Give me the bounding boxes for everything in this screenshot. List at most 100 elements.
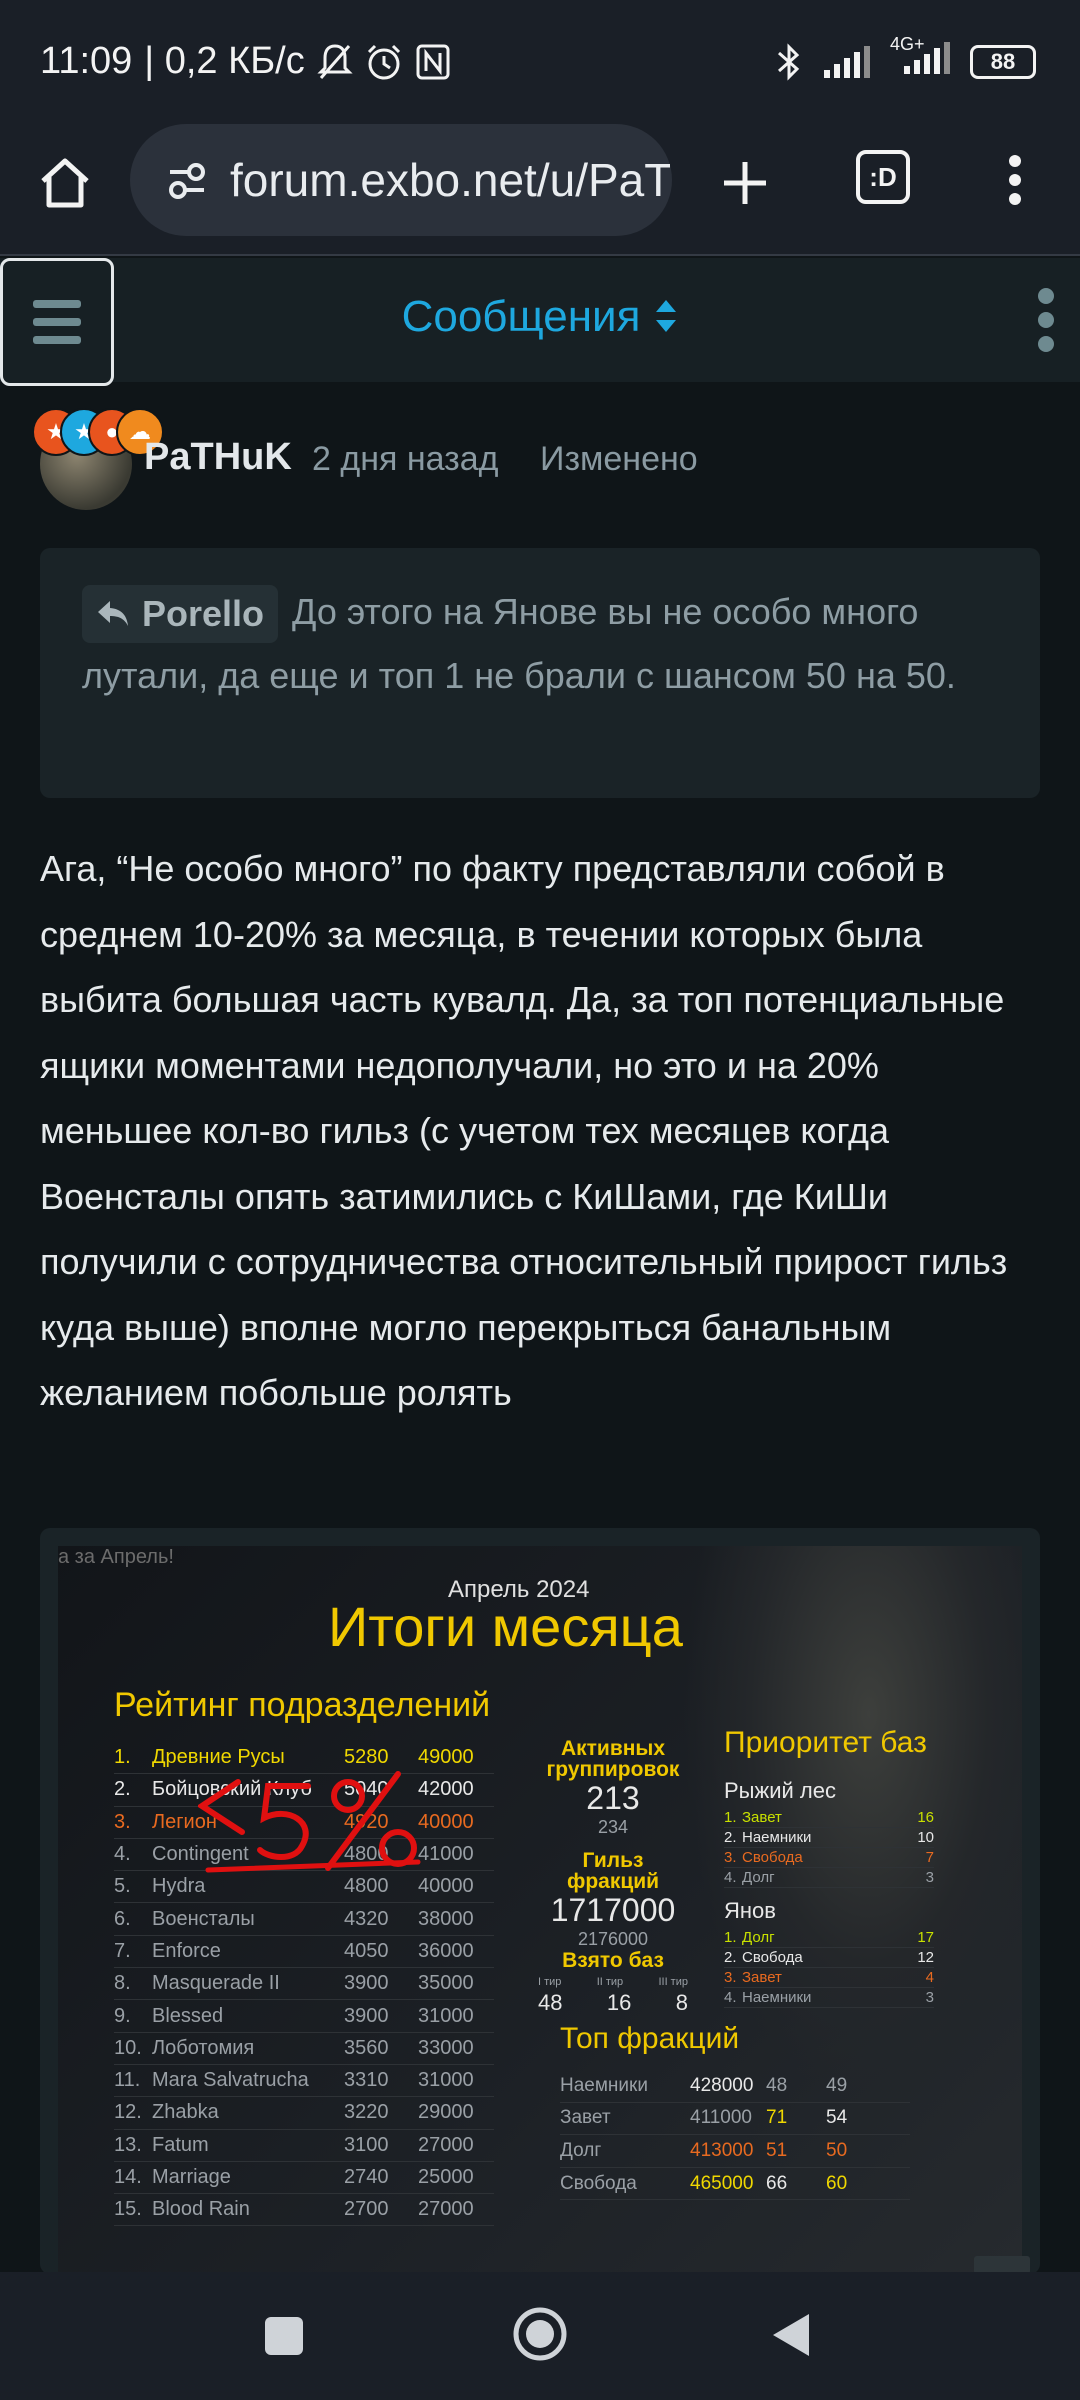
new-tab-icon[interactable] xyxy=(710,148,780,218)
yanov-cell-name: Наемники xyxy=(742,1989,812,2006)
yanov-row: 4. Наемники 3 xyxy=(724,1988,934,2008)
reply-arrow-icon xyxy=(98,601,128,627)
top-faction-row: Долг 413000 51 50 xyxy=(560,2135,910,2168)
ryzhiy-cell-n: 3. xyxy=(724,1849,737,1866)
top-factions-title: Топ фракций xyxy=(560,2022,740,2055)
active-groups: Активных группировок 213 234 xyxy=(538,1738,688,1838)
rating-cell-n: 3. xyxy=(114,1810,131,1833)
nfc-icon xyxy=(416,44,450,79)
rating-cell-b: 31000 xyxy=(418,2004,474,2027)
edited-label[interactable]: Изменено xyxy=(540,440,698,479)
rating-cell-a: 3900 xyxy=(344,1972,389,1995)
rating-cell-name: Hydra xyxy=(152,1875,206,1898)
tier1-value: 48 xyxy=(538,1990,563,2015)
rating-cell-name: Masquerade II xyxy=(152,1972,280,1995)
yanov-cell-v: 17 xyxy=(917,1929,934,1946)
ryzhiy-row: 1. Завет 16 xyxy=(724,1808,934,1828)
rating-cell-n: 11. xyxy=(114,2069,141,2092)
rating-cell-n: 10. xyxy=(114,2036,142,2059)
top-faction-cell-c: 428000 xyxy=(690,2074,754,2096)
yanov-cell-v: 4 xyxy=(925,1969,934,1986)
rating-cell-n: 12. xyxy=(114,2101,142,2124)
home-nav-icon[interactable] xyxy=(510,2304,570,2364)
back-icon[interactable] xyxy=(766,2308,816,2362)
rating-title: Рейтинг подразделений xyxy=(114,1686,491,1724)
rating-cell-n: 14. xyxy=(114,2166,142,2188)
yanov-cell-name: Свобода xyxy=(742,1949,803,1966)
rating-row: 8. Masquerade II 3900 35000 xyxy=(114,1968,494,2001)
tabs-button[interactable]: :D xyxy=(856,150,910,204)
status-left: 11:09 | 0,2 КБ/с xyxy=(40,40,451,83)
rating-cell-b: 27000 xyxy=(418,2198,474,2221)
rating-cell-n: 9. xyxy=(114,2004,131,2027)
sort-arrows-icon xyxy=(654,298,678,341)
home-icon[interactable] xyxy=(30,148,100,218)
recents-icon[interactable] xyxy=(262,2314,306,2358)
top-faction-cell-c: 465000 xyxy=(690,2172,754,2194)
network-type: 4G+ xyxy=(890,34,925,54)
image-title: Итоги месяца xyxy=(328,1595,683,1658)
rating-row: 14. Marriage 2740 25000 xyxy=(114,2162,494,2195)
top-faction-cell-d: 71 xyxy=(766,2107,788,2129)
rating-cell-n: 5. xyxy=(114,1875,131,1898)
top-faction-cell-c: 413000 xyxy=(690,2139,754,2161)
rating-row: 13. Fatum 3100 27000 xyxy=(114,2130,494,2162)
tab-count: :D xyxy=(869,161,897,192)
faction-casings: Гильз фракций 1717000 2176000 xyxy=(538,1850,688,1950)
username-link[interactable]: PaTHuK xyxy=(144,436,292,479)
yanov-cell-n: 1. xyxy=(724,1929,737,1946)
battery-level: 88 xyxy=(990,48,1016,74)
yanov-cell-v: 3 xyxy=(925,1989,934,2006)
status-bar: 11:09 | 0,2 КБ/с 4G+ 88 xyxy=(0,0,1080,120)
rating-cell-name: Enforce xyxy=(152,1939,221,1962)
yanov-cell-name: Долг xyxy=(742,1929,775,1946)
address-bar[interactable]: forum.exbo.net/u/PaT xyxy=(130,124,672,236)
ryzhiy-list: 1. Завет 16 2. Наемники 10 3. Свобода 7 4. Долг 3 xyxy=(724,1808,934,1888)
top-faction-row: Завет 411000 71 54 xyxy=(560,2103,910,2136)
rating-cell-n: 15. xyxy=(114,2198,142,2221)
filter-label: Сообщения xyxy=(401,292,641,341)
ryzhiy-cell-n: 2. xyxy=(724,1829,737,1846)
quote-author-name: Porello xyxy=(142,593,265,635)
quote-author-link[interactable]: Porello xyxy=(82,585,279,644)
rating-cell-n: 2. xyxy=(114,1778,131,1801)
rating-row: 5. Hydra 4800 40000 xyxy=(114,1871,494,1904)
rating-cell-n: 1. xyxy=(114,1746,131,1769)
top-faction-cell-name: Завет xyxy=(560,2107,611,2129)
active-value: 213 xyxy=(586,1780,640,1816)
yanov-cell-n: 4. xyxy=(724,1989,737,2006)
ryzhiy-cell-name: Свобода xyxy=(742,1849,803,1866)
ryzhiy-cell-name: Завет xyxy=(742,1809,782,1826)
site-settings-icon[interactable] xyxy=(166,160,208,200)
rating-cell-b: 38000 xyxy=(418,1907,474,1930)
month-results-image: а за Апрель! Апрель 2024 Итоги месяца Ре… xyxy=(58,1546,1022,2274)
casings-label: Гильз фракций xyxy=(566,1849,660,1893)
net-speed: | 0,2 КБ/с xyxy=(144,40,305,82)
casings-value: 1717000 xyxy=(550,1892,676,1928)
top-faction-row: Свобода 465000 66 60 xyxy=(560,2168,910,2201)
ryzhiy-title: Рыжий лес xyxy=(724,1778,836,1803)
rating-cell-b: 40000 xyxy=(418,1875,474,1898)
post-time[interactable]: 2 дня назад xyxy=(312,440,498,479)
ryzhiy-cell-n: 1. xyxy=(724,1809,737,1826)
ryzhiy-cell-v: 10 xyxy=(917,1829,934,1846)
top-faction-cell-e: 49 xyxy=(826,2074,848,2096)
clock: 11:09 xyxy=(40,40,133,82)
yanov-row: 2. Свобода 12 xyxy=(724,1948,934,1968)
post-image[interactable]: а за Апрель! Апрель 2024 Итоги месяца Ре… xyxy=(40,1528,1040,2274)
rating-cell-b: 27000 xyxy=(418,2133,474,2156)
post-body: Ага, “Не особо много” по факту представл… xyxy=(40,848,1008,1413)
yanov-title: Янов xyxy=(724,1898,776,1923)
tier3-value: 8 xyxy=(675,1990,688,2015)
rating-cell-a: 3220 xyxy=(344,2101,389,2124)
rating-cell-n: 8. xyxy=(114,1972,131,1995)
rating-row: 7. Enforce 4050 36000 xyxy=(114,1936,494,1969)
ryzhiy-cell-v: 7 xyxy=(925,1849,934,1866)
filter-dropdown[interactable]: Сообщения xyxy=(0,292,1080,342)
yanov-cell-n: 3. xyxy=(724,1969,737,1986)
top-faction-cell-e: 54 xyxy=(826,2107,848,2129)
browser-menu-icon[interactable] xyxy=(990,150,1040,210)
bases-taken: Взято баз xyxy=(538,1950,688,1971)
more-options-icon[interactable] xyxy=(1038,288,1054,352)
rating-row: 11. Mara Salvatrucha 3310 31000 xyxy=(114,2065,494,2098)
